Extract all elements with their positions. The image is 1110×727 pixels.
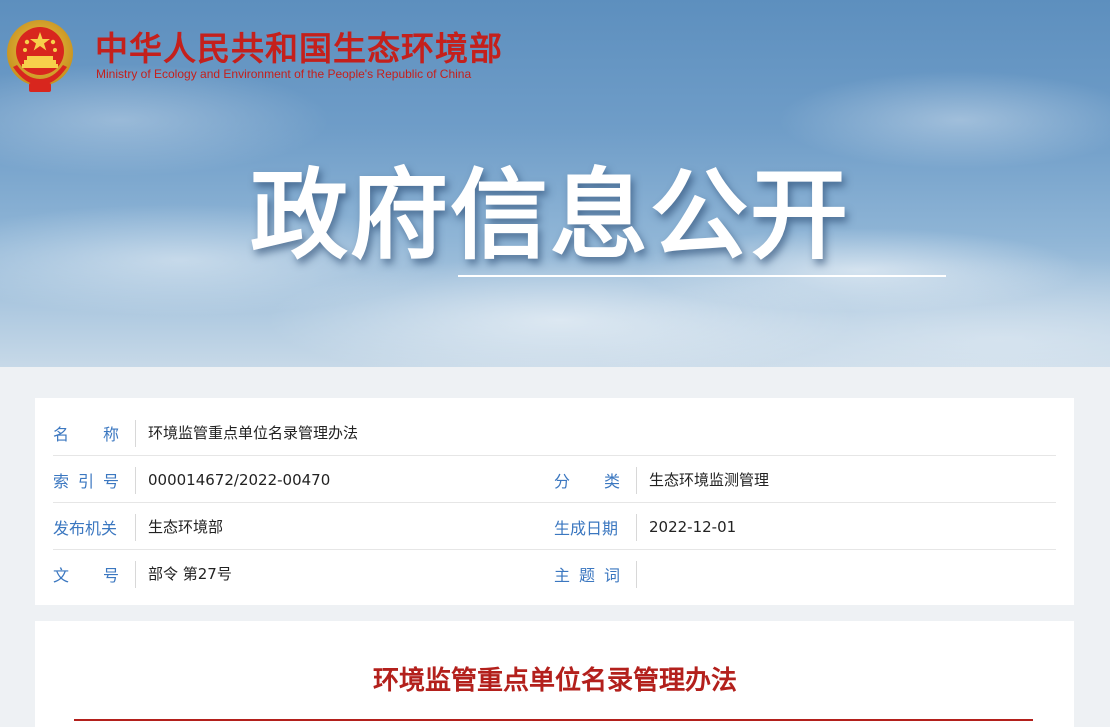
issuer-value: 生态环境部 bbox=[148, 518, 224, 536]
divider bbox=[135, 561, 136, 588]
document-title: 环境监管重点单位名录管理办法 bbox=[372, 666, 737, 696]
doc-no-label: 文号 bbox=[53, 550, 123, 597]
info-row-name: 名称 环境监管重点单位名录管理办法 bbox=[53, 409, 1056, 456]
info-row-index: 索引号 000014672/2022-00470 分类 生态环境监测管理 bbox=[53, 456, 1056, 503]
divider bbox=[135, 467, 136, 494]
date-value: 2022-12-01 bbox=[649, 517, 737, 536]
doc-no-value: 部令 第27号 bbox=[148, 565, 232, 583]
name-label-text: 名称 bbox=[53, 424, 119, 444]
keywords-label-text: 主题词 bbox=[554, 565, 620, 585]
issuer-label: 发布机关 bbox=[53, 518, 118, 538]
divider bbox=[636, 561, 637, 588]
header-banner: 中华人民共和国生态环境部 Ministry of Ecology and Env… bbox=[0, 0, 1110, 367]
category-label: 分类 bbox=[554, 456, 624, 503]
national-emblem-icon bbox=[7, 20, 73, 92]
banner-title-underline bbox=[458, 275, 946, 277]
divider bbox=[135, 514, 136, 541]
category-value: 生态环境监测管理 bbox=[649, 471, 770, 489]
banner-title: 政府信息公开 bbox=[250, 159, 851, 273]
document-info-card: 名称 环境监管重点单位名录管理办法 索引号 000014672/2022-004… bbox=[35, 398, 1074, 605]
index-label: 索引号 bbox=[53, 456, 123, 503]
name-label: 名称 bbox=[53, 409, 123, 456]
info-row-docno: 文号 部令 第27号 主题词 bbox=[53, 550, 1056, 597]
index-value: 000014672/2022-00470 bbox=[148, 470, 331, 489]
keywords-label: 主题词 bbox=[554, 550, 624, 597]
divider bbox=[636, 514, 637, 541]
date-label: 生成日期 bbox=[554, 518, 619, 538]
divider bbox=[636, 467, 637, 494]
site-name-en[interactable]: Ministry of Ecology and Environment of t… bbox=[96, 67, 471, 81]
index-label-text: 索引号 bbox=[53, 471, 119, 491]
doc-no-label-text: 文号 bbox=[53, 565, 119, 585]
info-row-issuer: 发布机关 生态环境部 生成日期 2022-12-01 bbox=[53, 503, 1056, 550]
document-title-rule bbox=[74, 719, 1033, 721]
category-label-text: 分类 bbox=[554, 471, 620, 491]
name-value: 环境监管重点单位名录管理办法 bbox=[148, 424, 359, 442]
divider bbox=[135, 420, 136, 447]
site-name-cn[interactable]: 中华人民共和国生态环境部 bbox=[95, 22, 503, 70]
